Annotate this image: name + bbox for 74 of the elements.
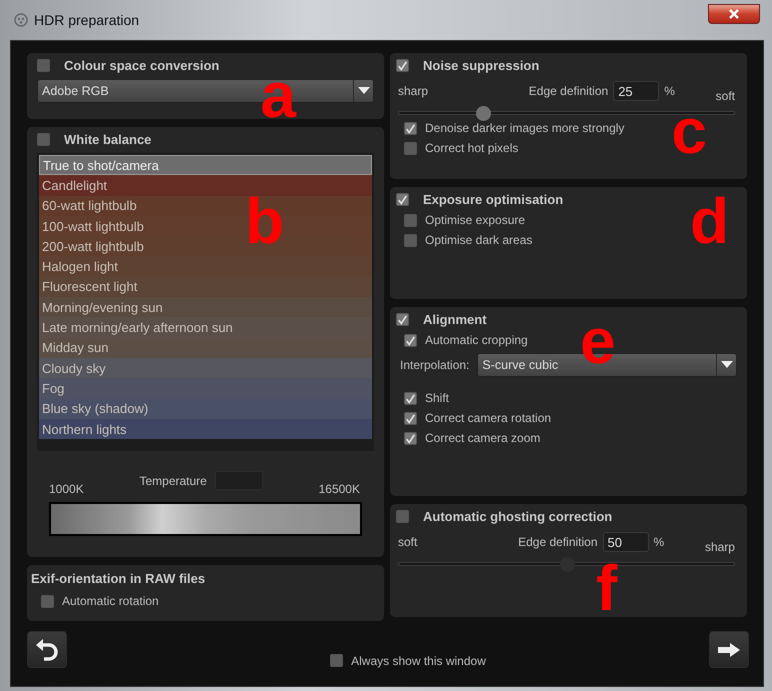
unit-label: % bbox=[654, 535, 664, 549]
arrow-right-icon bbox=[717, 642, 741, 658]
checkbox[interactable] bbox=[396, 510, 409, 523]
preset-item[interactable]: Blue sky (shadow) bbox=[39, 398, 372, 419]
option-label: Optimise dark areas bbox=[425, 233, 532, 247]
checkbox[interactable] bbox=[404, 334, 417, 346]
checkbox[interactable] bbox=[41, 594, 54, 608]
preset-item[interactable]: Cloudy sky bbox=[39, 358, 372, 378]
back-button[interactable] bbox=[27, 631, 67, 668]
section-title: White balance bbox=[64, 132, 152, 147]
option-label: Correct hot pixels bbox=[425, 141, 518, 155]
preset-item[interactable]: Candlelight bbox=[39, 175, 372, 196]
preset-item[interactable]: Northern lights bbox=[39, 418, 372, 440]
annotation-letter: f bbox=[596, 556, 618, 620]
preset-item[interactable]: Fog bbox=[39, 378, 372, 399]
slider-thumb[interactable] bbox=[476, 106, 491, 121]
option-label: Always show this window bbox=[351, 654, 486, 668]
option-label: Denoise darker images more strongly bbox=[425, 121, 624, 135]
preset-item[interactable]: Morning/evening sun bbox=[39, 297, 372, 318]
checkbox[interactable] bbox=[396, 313, 409, 326]
checkbox[interactable] bbox=[330, 654, 344, 667]
close-icon bbox=[729, 9, 739, 19]
annotation-letter: d bbox=[690, 189, 730, 253]
option-label: Automatic rotation bbox=[62, 594, 159, 608]
checkbox[interactable] bbox=[404, 234, 417, 246]
preset-item[interactable]: True to shot/camera bbox=[39, 155, 372, 176]
option-label: Shift bbox=[425, 391, 450, 405]
window-title: HDR preparation bbox=[34, 12, 140, 28]
checkbox[interactable] bbox=[404, 392, 417, 404]
section-title: Alignment bbox=[423, 312, 487, 327]
section-title: Exposure optimisation bbox=[423, 192, 564, 207]
section-title: Noise suppression bbox=[423, 58, 540, 73]
preset-item[interactable]: Midday sun bbox=[39, 338, 372, 358]
checkbox[interactable] bbox=[404, 432, 417, 444]
preset-item[interactable]: Fluorescent light bbox=[39, 276, 372, 298]
checkbox[interactable] bbox=[396, 193, 409, 206]
interpolation-label: Interpolation: bbox=[400, 358, 470, 372]
temperature-label: Temperature bbox=[139, 474, 207, 488]
slider-max-label: soft bbox=[716, 89, 735, 103]
min-temperature-label: 1000K bbox=[49, 482, 84, 496]
temperature-gradient-bar[interactable] bbox=[49, 502, 362, 536]
checkbox[interactable] bbox=[37, 133, 50, 146]
close-button[interactable] bbox=[708, 4, 760, 24]
slider-label: Edge definition bbox=[518, 535, 598, 549]
option-label: Automatic cropping bbox=[425, 333, 528, 347]
checkbox[interactable] bbox=[404, 412, 417, 424]
slider-min-label: soft bbox=[398, 535, 418, 549]
caret-icon bbox=[358, 87, 370, 95]
checkbox[interactable] bbox=[404, 142, 417, 154]
option-label: Correct camera rotation bbox=[425, 411, 552, 425]
value-field[interactable]: 50 bbox=[602, 532, 649, 552]
next-button[interactable] bbox=[709, 631, 749, 668]
checkbox[interactable] bbox=[404, 214, 417, 226]
option-label: Optimise exposure bbox=[425, 213, 526, 227]
undo-icon bbox=[35, 636, 59, 662]
section-title: Colour space conversion bbox=[64, 58, 220, 73]
preset-item[interactable]: Late morning/early afternoon sun bbox=[39, 317, 372, 338]
slider-label: Edge definition bbox=[528, 84, 608, 98]
checkbox[interactable] bbox=[404, 122, 417, 134]
section-title: Automatic ghosting correction bbox=[423, 509, 612, 524]
annotation-letter: c bbox=[671, 99, 707, 163]
preset-item[interactable]: Halogen light bbox=[39, 256, 372, 277]
caret-icon bbox=[720, 361, 732, 369]
unit-label: % bbox=[664, 84, 675, 98]
option-label: Correct camera zoom bbox=[425, 431, 540, 445]
checkbox[interactable] bbox=[396, 59, 409, 72]
checkbox[interactable] bbox=[37, 59, 50, 72]
section-title: Exif-orientation in RAW files bbox=[31, 571, 206, 586]
value-field[interactable]: 25 bbox=[613, 81, 660, 101]
slider-max-label: sharp bbox=[704, 540, 735, 554]
max-temperature-label: 16500K bbox=[318, 482, 360, 496]
app-icon bbox=[14, 13, 28, 27]
slider-min-label: sharp bbox=[398, 84, 428, 98]
slider-thumb[interactable] bbox=[560, 557, 574, 572]
